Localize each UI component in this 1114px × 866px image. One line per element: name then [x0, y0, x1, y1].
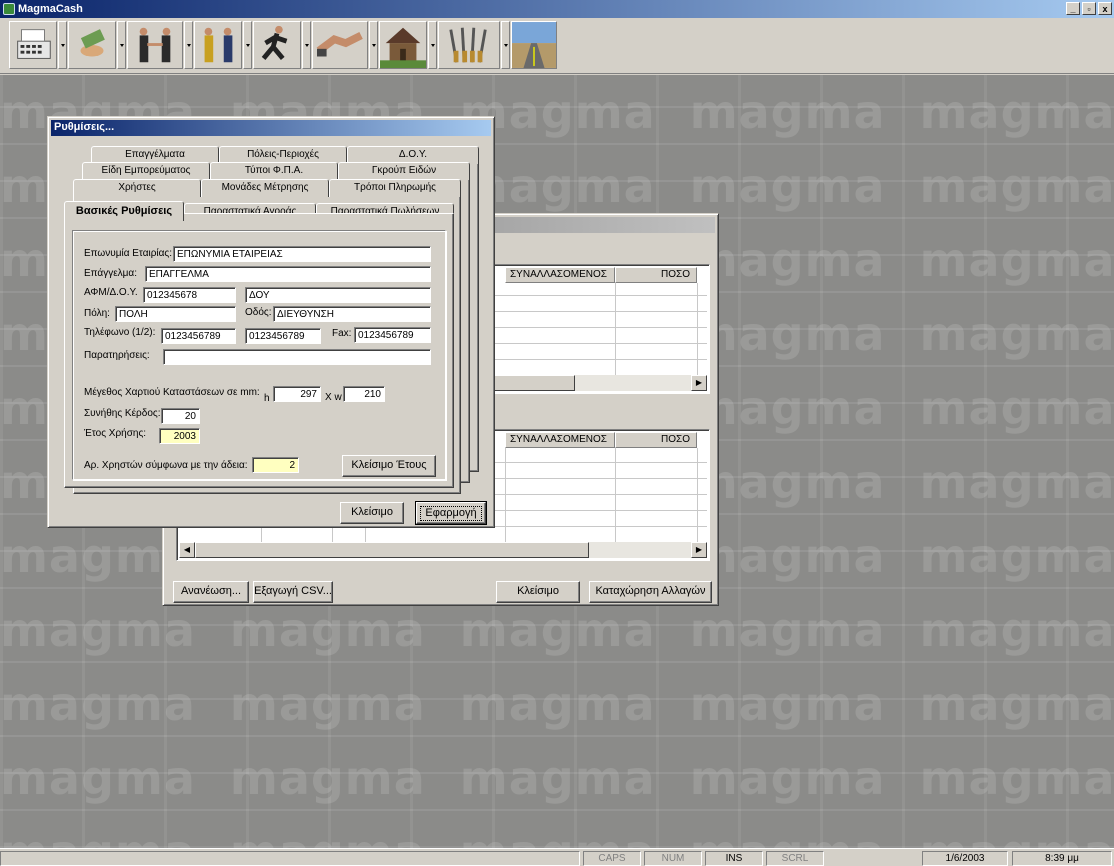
close-app-button[interactable]: x — [1098, 2, 1112, 15]
width-label: X w — [325, 392, 342, 403]
tab-payment-methods[interactable]: Τρόποι Πληρωμής — [329, 179, 461, 197]
company-name-label: Επωνυμία Εταιρίας: — [84, 248, 173, 259]
close-button[interactable]: Κλείσιμο — [496, 581, 580, 603]
afm-field[interactable]: 012345678 — [143, 287, 236, 303]
house-icon[interactable] — [379, 21, 427, 69]
handshake-icon[interactable] — [312, 21, 368, 69]
licensed-users-field[interactable]: 2 — [252, 457, 299, 473]
maximize-button[interactable]: ▫ — [1082, 2, 1096, 15]
city-label: Πόλη: — [84, 308, 110, 319]
business-dropdown[interactable] — [243, 21, 252, 69]
column-header-partner[interactable]: ΣΥΝΑΛΛΑΣΟΜΕΝΟΣ — [505, 432, 615, 448]
city-field[interactable]: ΠΟΛΗ — [115, 306, 236, 322]
column-header-amount[interactable]: ΠΟΣΟ — [615, 267, 697, 283]
tools-dropdown[interactable] — [501, 21, 510, 69]
status-message-panel — [0, 851, 580, 866]
tools-icon[interactable] — [438, 21, 500, 69]
status-time: 8:39 μμ — [1012, 851, 1112, 866]
app-icon — [3, 3, 15, 15]
export-csv-button[interactable]: Εξαγωγή CSV... — [253, 581, 333, 603]
street-field[interactable]: ΔΙΕΥΘΥΝΣΗ — [273, 306, 431, 322]
app-title-bar: MagmaCash _ ▫ x — [0, 0, 1114, 18]
minimize-button[interactable]: _ — [1066, 2, 1080, 15]
calculator-dropdown[interactable] — [58, 21, 67, 69]
refresh-button[interactable]: Ανανέωση... — [173, 581, 249, 603]
street-label: Οδός: — [245, 307, 272, 318]
apply-button-label: Εφαρμογή — [420, 506, 482, 521]
phone2-field[interactable]: 0123456789 — [245, 328, 321, 344]
status-date: 1/6/2003 — [922, 851, 1008, 866]
profit-label: Συνήθης Κέρδος: — [84, 408, 161, 419]
basic-settings-page: Επωνυμία Εταιρίας: ΕΠΩΝΥΜΙΑ ΕΤΑΙΡΕΙΑΣ Επ… — [64, 213, 454, 488]
money-dropdown[interactable] — [117, 21, 126, 69]
tab-users[interactable]: Χρήστες — [73, 179, 201, 197]
profit-field[interactable]: 20 — [161, 408, 200, 424]
apply-button[interactable]: Εφαρμογή — [415, 501, 487, 525]
ins-indicator: INS — [705, 851, 763, 866]
scroll-right-arrow[interactable]: ▶ — [691, 542, 707, 558]
tab-vat-types[interactable]: Τύποι Φ.Π.Α. — [210, 162, 338, 180]
business-people-icon[interactable] — [194, 21, 242, 69]
close-button[interactable]: Κλείσιμο — [340, 502, 404, 524]
caps-indicator: CAPS — [583, 851, 641, 866]
column-header-amount[interactable]: ΠΟΣΟ — [615, 432, 697, 448]
notes-label: Παρατηρήσεις: — [84, 350, 150, 361]
paper-height-field[interactable]: 297 — [273, 386, 321, 402]
column-header-partner[interactable]: ΣΥΝΑΛΛΑΣΟΜΕΝΟΣ — [505, 267, 615, 283]
scrollbar-thumb[interactable] — [195, 542, 589, 558]
calculator-icon[interactable] — [9, 21, 57, 69]
afm-label: ΑΦΜ/Δ.Ο.Υ. — [84, 287, 138, 298]
scrl-indicator: SCRL — [766, 851, 824, 866]
fax-field[interactable]: 0123456789 — [354, 327, 431, 343]
house-dropdown[interactable] — [428, 21, 437, 69]
running-dropdown[interactable] — [302, 21, 311, 69]
paper-width-field[interactable]: 210 — [343, 386, 385, 402]
people-dropdown[interactable] — [184, 21, 193, 69]
profession-label: Επάγγελμα: — [84, 268, 137, 279]
app-title: MagmaCash — [18, 3, 83, 15]
fax-label: Fax: — [332, 328, 352, 339]
running-man-icon[interactable] — [253, 21, 301, 69]
main-toolbar — [0, 18, 1114, 74]
save-changes-button[interactable]: Καταχώρηση Αλλαγών — [589, 581, 712, 603]
scroll-right-arrow[interactable]: ▶ — [691, 375, 707, 391]
tab-units[interactable]: Μονάδες Μέτρησης — [201, 179, 329, 197]
height-label: h — [264, 393, 270, 404]
road-landscape-icon[interactable] — [511, 21, 557, 69]
tax-office-field[interactable]: ΔΟΥ — [245, 287, 431, 303]
handshake-dropdown[interactable] — [369, 21, 378, 69]
settings-dialog-title[interactable]: Ρυθμίσεις... — [51, 120, 491, 136]
tab-goods-types[interactable]: Είδη Εμπορεύματος — [82, 162, 210, 180]
num-indicator: NUM — [644, 851, 702, 866]
fiscal-year-field[interactable]: 2003 — [159, 428, 200, 444]
horizontal-scrollbar[interactable]: ◀ ▶ — [179, 542, 707, 558]
profession-field[interactable]: ΕΠΑΓΓΕΛΜΑ — [145, 266, 431, 282]
handshake-people-icon[interactable] — [127, 21, 183, 69]
notes-field[interactable] — [163, 349, 431, 365]
licensed-users-label: Αρ. Χρηστών σύμφωνα με την άδεια: — [84, 460, 248, 471]
tab-basic-settings[interactable]: Βασικές Ρυθμίσεις — [64, 201, 184, 221]
status-bar: CAPS NUM INS SCRL 1/6/2003 8:39 μμ — [0, 848, 1114, 866]
phone1-field[interactable]: 0123456789 — [161, 328, 236, 344]
company-name-field[interactable]: ΕΠΩΝΥΜΙΑ ΕΤΑΙΡΕΙΑΣ — [173, 246, 431, 262]
phone-label: Τηλέφωνο (1/2): — [84, 327, 156, 338]
money-hand-icon[interactable] — [68, 21, 116, 69]
scroll-left-arrow[interactable]: ◀ — [179, 542, 195, 558]
tab-item-groups[interactable]: Γκρούπ Ειδών — [338, 162, 470, 180]
settings-dialog: Ρυθμίσεις... Επαγγέλματα Πόλεις-Περιοχές… — [47, 116, 495, 528]
close-year-button[interactable]: Κλείσιμο Έτους — [342, 455, 436, 477]
fiscal-year-label: Έτος Χρήσης: — [84, 428, 147, 439]
paper-size-label: Μέγεθος Χαρτιού Καταστάσεων σε mm: — [84, 387, 260, 398]
